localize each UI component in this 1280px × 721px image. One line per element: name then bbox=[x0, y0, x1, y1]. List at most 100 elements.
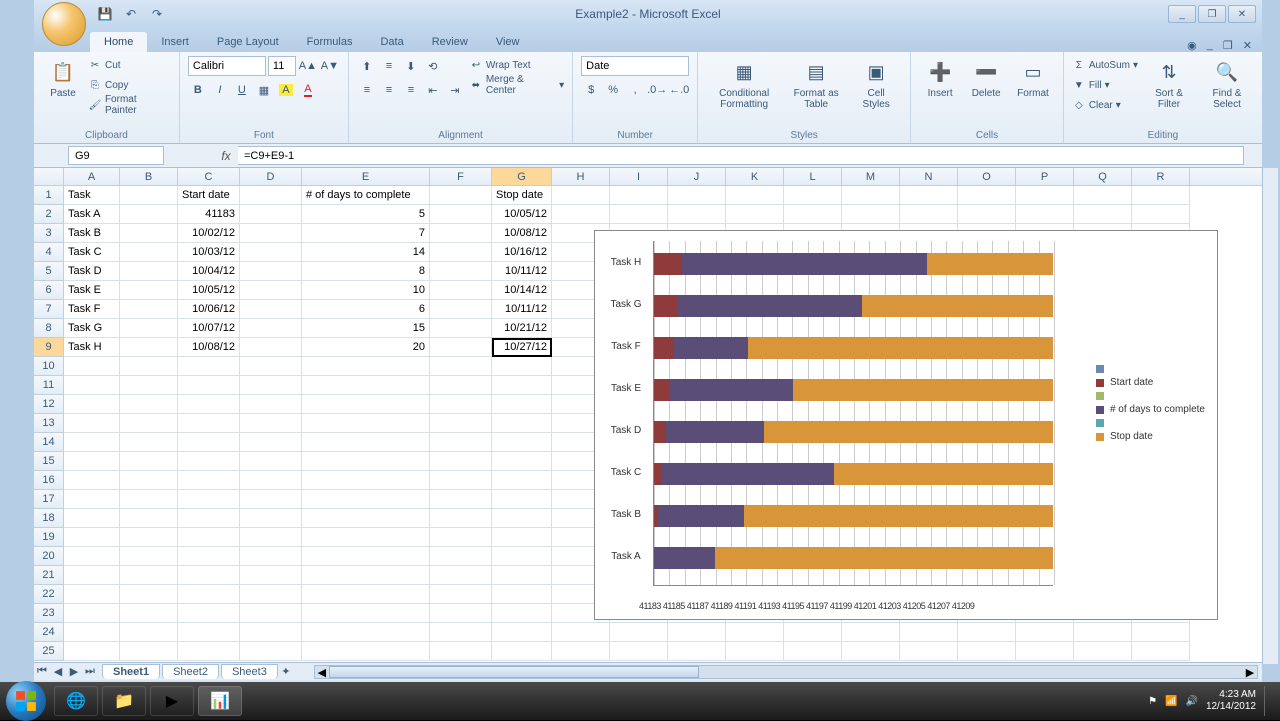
cell-B4[interactable] bbox=[120, 243, 178, 262]
indent-dec-icon[interactable]: ⇤ bbox=[423, 80, 443, 100]
cell-D9[interactable] bbox=[240, 338, 302, 357]
tab-insert[interactable]: Insert bbox=[147, 32, 203, 52]
cell-A4[interactable]: Task C bbox=[64, 243, 120, 262]
cell-R1[interactable] bbox=[1132, 186, 1190, 205]
col-header-H[interactable]: H bbox=[552, 168, 610, 185]
cell-O25[interactable] bbox=[958, 642, 1016, 661]
cell-C18[interactable] bbox=[178, 509, 240, 528]
cell-E21[interactable] bbox=[302, 566, 430, 585]
cell-G1[interactable]: Stop date bbox=[492, 186, 552, 205]
cell-F13[interactable] bbox=[430, 414, 492, 433]
cell-F16[interactable] bbox=[430, 471, 492, 490]
align-bottom-icon[interactable]: ⬇ bbox=[401, 56, 421, 76]
cell-C7[interactable]: 10/06/12 bbox=[178, 300, 240, 319]
embedded-chart[interactable]: 41183 41185 41187 41189 41191 41193 4119… bbox=[594, 230, 1218, 620]
cell-B11[interactable] bbox=[120, 376, 178, 395]
cell-E19[interactable] bbox=[302, 528, 430, 547]
cell-A5[interactable]: Task D bbox=[64, 262, 120, 281]
italic-button[interactable]: I bbox=[210, 80, 230, 100]
cell-R24[interactable] bbox=[1132, 623, 1190, 642]
row-header-14[interactable]: 14 bbox=[34, 433, 64, 452]
conditional-formatting-button[interactable]: ▦Conditional Formatting bbox=[706, 56, 782, 112]
cell-C15[interactable] bbox=[178, 452, 240, 471]
cell-G20[interactable] bbox=[492, 547, 552, 566]
cell-D3[interactable] bbox=[240, 224, 302, 243]
tray-flag-icon[interactable]: ⚑ bbox=[1148, 696, 1157, 707]
cell-J2[interactable] bbox=[668, 205, 726, 224]
row-header-8[interactable]: 8 bbox=[34, 319, 64, 338]
cell-A3[interactable]: Task B bbox=[64, 224, 120, 243]
close-button[interactable]: ✕ bbox=[1228, 5, 1256, 23]
insert-cells-button[interactable]: ➕Insert bbox=[919, 56, 961, 101]
merge-center-button[interactable]: ⬌Merge & Center ▾ bbox=[469, 76, 564, 94]
cell-F2[interactable] bbox=[430, 205, 492, 224]
cell-E12[interactable] bbox=[302, 395, 430, 414]
number-format-combo[interactable] bbox=[581, 56, 689, 76]
row-header-22[interactable]: 22 bbox=[34, 585, 64, 604]
ribbon-restore-icon[interactable]: ❐ bbox=[1223, 39, 1233, 52]
row-header-5[interactable]: 5 bbox=[34, 262, 64, 281]
cell-F20[interactable] bbox=[430, 547, 492, 566]
system-tray[interactable]: ⚑ 📶 🔊 4:23 AM 12/14/2012 bbox=[1148, 686, 1274, 716]
cell-G21[interactable] bbox=[492, 566, 552, 585]
cell-B25[interactable] bbox=[120, 642, 178, 661]
cell-C12[interactable] bbox=[178, 395, 240, 414]
cell-E1[interactable]: # of days to complete bbox=[302, 186, 430, 205]
cell-B1[interactable] bbox=[120, 186, 178, 205]
cell-E5[interactable]: 8 bbox=[302, 262, 430, 281]
help-icon[interactable]: ◉ bbox=[1187, 39, 1197, 52]
cell-G4[interactable]: 10/16/12 bbox=[492, 243, 552, 262]
cell-Q25[interactable] bbox=[1074, 642, 1132, 661]
cell-Q1[interactable] bbox=[1074, 186, 1132, 205]
tray-volume-icon[interactable]: 🔊 bbox=[1185, 696, 1197, 707]
cell-I2[interactable] bbox=[610, 205, 668, 224]
cell-Q2[interactable] bbox=[1074, 205, 1132, 224]
row-header-3[interactable]: 3 bbox=[34, 224, 64, 243]
cell-C21[interactable] bbox=[178, 566, 240, 585]
minimize-button[interactable]: _ bbox=[1168, 5, 1196, 23]
cell-I25[interactable] bbox=[610, 642, 668, 661]
cell-D22[interactable] bbox=[240, 585, 302, 604]
cell-D18[interactable] bbox=[240, 509, 302, 528]
cell-B12[interactable] bbox=[120, 395, 178, 414]
cell-B17[interactable] bbox=[120, 490, 178, 509]
cell-G3[interactable]: 10/08/12 bbox=[492, 224, 552, 243]
indent-inc-icon[interactable]: ⇥ bbox=[445, 80, 465, 100]
cell-N25[interactable] bbox=[900, 642, 958, 661]
col-header-M[interactable]: M bbox=[842, 168, 900, 185]
cell-F8[interactable] bbox=[430, 319, 492, 338]
cell-G12[interactable] bbox=[492, 395, 552, 414]
cell-B13[interactable] bbox=[120, 414, 178, 433]
wrap-text-button[interactable]: ↩Wrap Text bbox=[469, 56, 564, 74]
first-sheet-button[interactable]: ⏮ bbox=[34, 665, 50, 678]
row-header-18[interactable]: 18 bbox=[34, 509, 64, 528]
formula-input[interactable] bbox=[238, 146, 1244, 165]
cell-B10[interactable] bbox=[120, 357, 178, 376]
cell-F1[interactable] bbox=[430, 186, 492, 205]
cell-E7[interactable]: 6 bbox=[302, 300, 430, 319]
cell-P2[interactable] bbox=[1016, 205, 1074, 224]
cell-A24[interactable] bbox=[64, 623, 120, 642]
font-color-button[interactable]: A bbox=[298, 80, 318, 100]
cell-F6[interactable] bbox=[430, 281, 492, 300]
row-header-11[interactable]: 11 bbox=[34, 376, 64, 395]
cell-Q24[interactable] bbox=[1074, 623, 1132, 642]
cell-G14[interactable] bbox=[492, 433, 552, 452]
format-as-table-button[interactable]: ▤Format as Table bbox=[786, 56, 846, 112]
col-header-P[interactable]: P bbox=[1016, 168, 1074, 185]
cell-L2[interactable] bbox=[784, 205, 842, 224]
cell-G17[interactable] bbox=[492, 490, 552, 509]
cell-A6[interactable]: Task E bbox=[64, 281, 120, 300]
start-button[interactable] bbox=[6, 681, 46, 721]
cell-D5[interactable] bbox=[240, 262, 302, 281]
format-painter-button[interactable]: 🖌Format Painter bbox=[88, 96, 171, 114]
cell-C8[interactable]: 10/07/12 bbox=[178, 319, 240, 338]
cell-P1[interactable] bbox=[1016, 186, 1074, 205]
row-header-13[interactable]: 13 bbox=[34, 414, 64, 433]
col-header-F[interactable]: F bbox=[430, 168, 492, 185]
border-button[interactable]: ▦ bbox=[254, 80, 274, 100]
cell-P24[interactable] bbox=[1016, 623, 1074, 642]
cell-C25[interactable] bbox=[178, 642, 240, 661]
cell-L1[interactable] bbox=[784, 186, 842, 205]
last-sheet-button[interactable]: ⏭ bbox=[82, 665, 98, 678]
